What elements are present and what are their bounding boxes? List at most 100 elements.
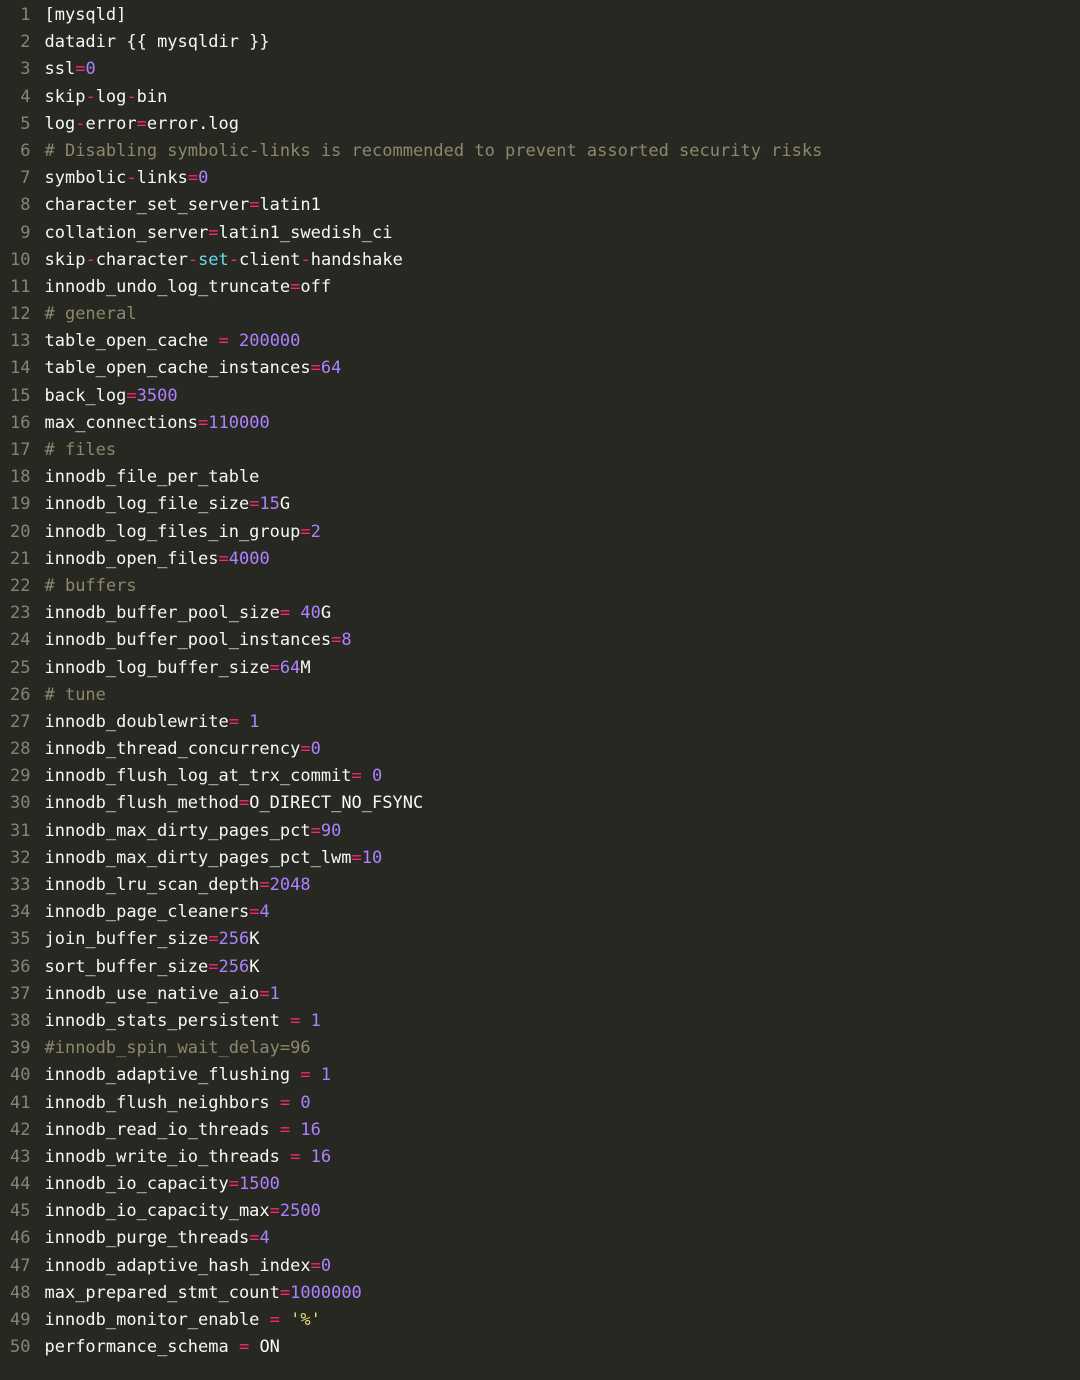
code-line[interactable]: performance_schema = ON	[44, 1334, 1080, 1361]
line-number: 40	[10, 1062, 30, 1089]
token-default: innodb_doublewrite	[44, 712, 228, 732]
code-editor[interactable]: 1234567891011121314151617181920212223242…	[0, 0, 1080, 1361]
code-line[interactable]: innodb_adaptive_flushing = 1	[44, 1062, 1080, 1089]
code-line[interactable]: innodb_adaptive_hash_index=0	[44, 1253, 1080, 1280]
code-line[interactable]: # buffers	[44, 573, 1080, 600]
token-default: G	[280, 494, 290, 514]
token-default: [mysqld]	[44, 5, 126, 25]
token-default: bin	[137, 87, 168, 107]
code-line[interactable]: innodb_buffer_pool_size= 40G	[44, 600, 1080, 627]
code-line[interactable]: # tune	[44, 682, 1080, 709]
code-line[interactable]: innodb_write_io_threads = 16	[44, 1144, 1080, 1171]
token-default	[280, 1310, 290, 1330]
token-default: innodb_flush_method	[44, 793, 238, 813]
token-num: 90	[321, 821, 341, 841]
line-number: 13	[10, 328, 30, 355]
token-comment: # Disabling symbolic-links is recommende…	[44, 141, 822, 161]
code-line[interactable]: innodb_file_per_table	[44, 464, 1080, 491]
code-line[interactable]: innodb_doublewrite= 1	[44, 709, 1080, 736]
token-default: log	[44, 114, 75, 134]
token-str: '%'	[290, 1310, 321, 1330]
token-default: latin1_swedish_ci	[219, 223, 393, 243]
token-default: ON	[249, 1337, 280, 1357]
token-default: table_open_cache	[44, 331, 218, 351]
token-op: =	[208, 223, 218, 243]
code-line[interactable]: log-error=error.log	[44, 111, 1080, 138]
token-default: K	[249, 957, 259, 977]
token-default: innodb_monitor_enable	[44, 1310, 269, 1330]
code-line[interactable]: innodb_buffer_pool_instances=8	[44, 627, 1080, 654]
code-line[interactable]: skip-log-bin	[44, 84, 1080, 111]
code-line[interactable]: innodb_lru_scan_depth=2048	[44, 872, 1080, 899]
token-op: =	[352, 848, 362, 868]
code-line[interactable]: max_prepared_stmt_count=1000000	[44, 1280, 1080, 1307]
code-line[interactable]: innodb_stats_persistent = 1	[44, 1008, 1080, 1035]
code-line[interactable]: character_set_server=latin1	[44, 192, 1080, 219]
token-default: sort_buffer_size	[44, 957, 208, 977]
code-line[interactable]: innodb_thread_concurrency=0	[44, 736, 1080, 763]
token-default: table_open_cache_instances	[44, 358, 310, 378]
token-default: character_set_server	[44, 195, 249, 215]
code-line[interactable]: innodb_flush_method=O_DIRECT_NO_FSYNC	[44, 790, 1080, 817]
token-op: =	[300, 522, 310, 542]
code-line[interactable]: innodb_undo_log_truncate=off	[44, 274, 1080, 301]
token-default: innodb_io_capacity_max	[44, 1201, 269, 1221]
code-line[interactable]: innodb_flush_neighbors = 0	[44, 1090, 1080, 1117]
token-op: =	[280, 1283, 290, 1303]
token-op: =	[259, 875, 269, 895]
token-default: datadir {{ mysqldir }}	[44, 32, 269, 52]
token-num: 1500	[239, 1174, 280, 1194]
code-line[interactable]: ssl=0	[44, 56, 1080, 83]
token-op: =	[229, 712, 239, 732]
code-line[interactable]: innodb_flush_log_at_trx_commit= 0	[44, 763, 1080, 790]
token-num: 10	[362, 848, 382, 868]
code-line[interactable]: innodb_use_native_aio=1	[44, 981, 1080, 1008]
code-line[interactable]: innodb_log_file_size=15G	[44, 491, 1080, 518]
token-default: performance_schema	[44, 1337, 238, 1357]
line-number: 20	[10, 519, 30, 546]
token-op: =	[270, 658, 280, 678]
token-default	[290, 1093, 300, 1113]
code-line[interactable]: datadir {{ mysqldir }}	[44, 29, 1080, 56]
code-line[interactable]: skip-character-set-client-handshake	[44, 247, 1080, 274]
line-number: 35	[10, 926, 30, 953]
code-line[interactable]: innodb_io_capacity_max=2500	[44, 1198, 1080, 1225]
token-default: innodb_buffer_pool_instances	[44, 630, 331, 650]
code-line[interactable]: back_log=3500	[44, 383, 1080, 410]
token-op: =	[290, 1011, 300, 1031]
code-line[interactable]: innodb_purge_threads=4	[44, 1225, 1080, 1252]
token-num: 0	[300, 1093, 310, 1113]
code-line[interactable]: innodb_page_cleaners=4	[44, 899, 1080, 926]
token-default	[300, 1147, 310, 1167]
code-line[interactable]: table_open_cache_instances=64	[44, 355, 1080, 382]
code-line[interactable]: #innodb_spin_wait_delay=96	[44, 1035, 1080, 1062]
code-line[interactable]: innodb_open_files=4000	[44, 546, 1080, 573]
code-area[interactable]: [mysqld] datadir {{ mysqldir }} ssl=0 skip-…	[44, 2, 1080, 1361]
code-line[interactable]: innodb_monitor_enable = '%'	[44, 1307, 1080, 1334]
code-line[interactable]: # Disabling symbolic-links is recommende…	[44, 138, 1080, 165]
token-op: =	[280, 603, 290, 623]
line-number: 11	[10, 274, 30, 301]
line-number: 3	[10, 56, 30, 83]
code-line[interactable]: join_buffer_size=256K	[44, 926, 1080, 953]
code-line[interactable]: collation_server=latin1_swedish_ci	[44, 220, 1080, 247]
code-line[interactable]: max_connections=110000	[44, 410, 1080, 437]
code-line[interactable]: # files	[44, 437, 1080, 464]
token-num: 0	[85, 59, 95, 79]
code-line[interactable]: # general	[44, 301, 1080, 328]
token-op: =	[218, 331, 228, 351]
code-line[interactable]: innodb_log_buffer_size=64M	[44, 655, 1080, 682]
code-line[interactable]: symbolic-links=0	[44, 165, 1080, 192]
code-line[interactable]: sort_buffer_size=256K	[44, 954, 1080, 981]
token-op: -	[85, 87, 95, 107]
code-line[interactable]: innodb_max_dirty_pages_pct_lwm=10	[44, 845, 1080, 872]
code-line[interactable]: [mysqld]	[44, 2, 1080, 29]
code-line[interactable]: innodb_io_capacity=1500	[44, 1171, 1080, 1198]
code-line[interactable]: innodb_read_io_threads = 16	[44, 1117, 1080, 1144]
code-line[interactable]: innodb_log_files_in_group=2	[44, 519, 1080, 546]
code-line[interactable]: innodb_max_dirty_pages_pct=90	[44, 818, 1080, 845]
token-op: -	[75, 114, 85, 134]
code-line[interactable]: table_open_cache = 200000	[44, 328, 1080, 355]
token-default	[300, 1011, 310, 1031]
line-number: 45	[10, 1198, 30, 1225]
